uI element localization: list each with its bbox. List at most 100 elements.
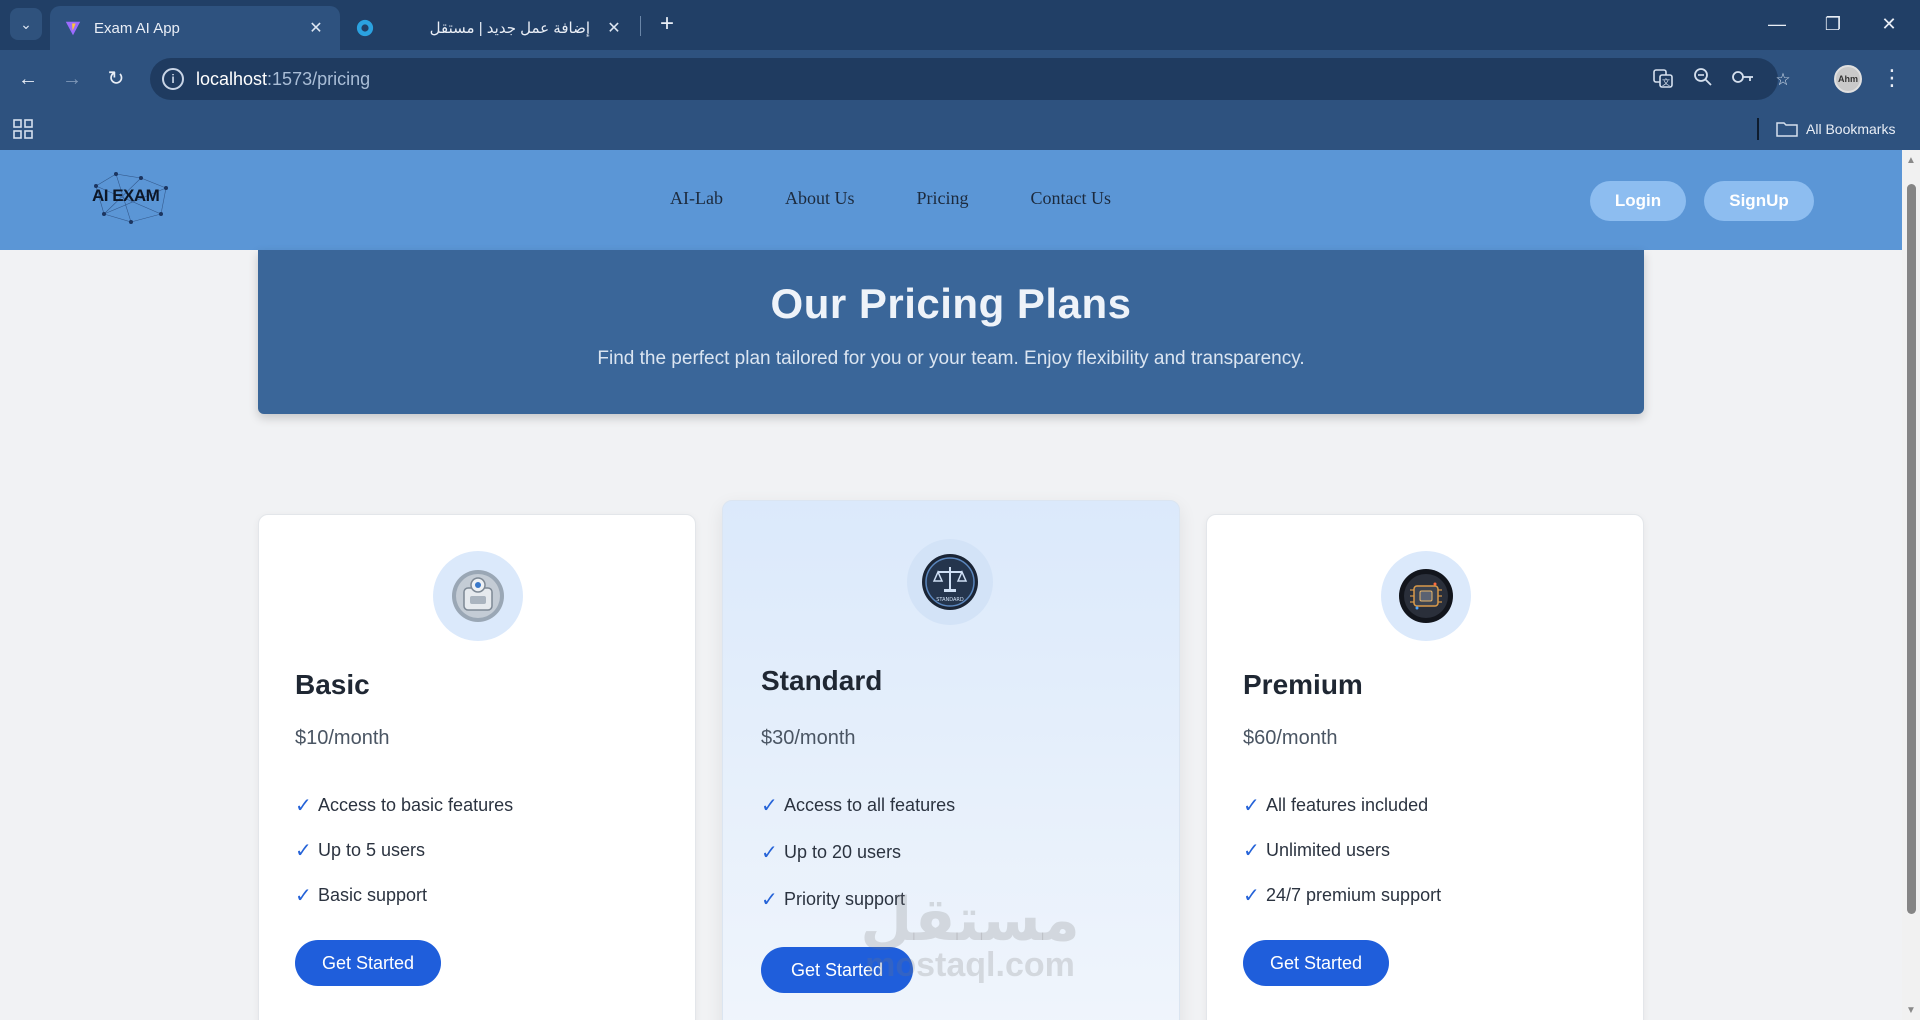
feature-item: ✓ Basic support [295,873,513,918]
plan-icon-wrap [433,551,523,641]
page-viewport: AI EXAM AI-Lab About Us Pricing Contact … [0,150,1902,1020]
tab-separator [640,16,641,36]
plan-icon-wrap [1381,551,1471,641]
site-info-icon[interactable]: i [162,68,184,90]
restore-icon[interactable]: ❐ [1808,10,1858,40]
nav-link-ai-lab[interactable]: AI-Lab [670,188,723,209]
plan-name: Standard [761,665,883,696]
nav-link-contact-us[interactable]: Contact Us [1031,188,1112,209]
feature-text: Access to basic features [318,795,514,815]
feature-list: ✓ Access to all features ✓ Up to 20 users … [761,782,955,923]
feature-item: ✓ Priority support [761,876,955,923]
plan-name: Premium [1243,669,1363,700]
feature-item: ✓ Access to all features [761,782,955,829]
page-title: Our Pricing Plans [770,280,1132,327]
plan-card-premium: Premium $60/month ✓ All features included… [1206,514,1644,1020]
check-icon: ✓ [295,885,312,907]
tab-exam-ai-app[interactable]: Exam AI App ✕ [50,6,340,50]
all-bookmarks-button[interactable]: All Bookmarks [1776,116,1895,142]
apps-icon[interactable] [12,118,34,140]
site-navbar: AI EXAM AI-Lab About Us Pricing Contact … [0,150,1902,250]
pricing-hero: Our Pricing Plans Find the perfect plan … [258,250,1644,414]
logo-text: AI EXAM [92,186,160,205]
feature-text: Up to 20 users [784,842,902,862]
check-icon: ✓ [295,840,312,862]
menu-icon[interactable]: ⋮ [1880,64,1904,94]
site-logo[interactable]: AI EXAM [86,166,178,232]
scrollbar-thumb[interactable] [1907,184,1916,914]
forward-icon[interactable]: → [56,63,88,95]
vite-favicon-icon [65,21,81,36]
profile-avatar[interactable]: Ahm [1834,65,1862,93]
password-key-icon[interactable] [1730,67,1756,93]
scroll-down-icon[interactable]: ▼ [1906,1006,1916,1016]
plan-price: $30/month [761,727,856,749]
robot-safe-icon [452,570,504,622]
check-icon: ✓ [761,842,778,864]
close-tab-icon[interactable]: ✕ [604,18,624,38]
feature-text: All features included [1266,795,1429,815]
feature-item: ✓ All features included [1243,783,1441,828]
scales-badge-icon: STANDARD [922,554,978,610]
url-host: localhost [196,69,268,89]
address-bar[interactable]: i localhost:1573/pricing 文 ☆ [150,58,1791,100]
plan-icon-wrap: STANDARD [907,539,993,625]
mostaql-favicon-icon [356,19,374,37]
feature-text: Unlimited users [1266,840,1391,860]
svg-text:文: 文 [1662,77,1670,87]
check-icon: ✓ [761,889,778,911]
tab-search-icon[interactable]: ⌄ [10,8,42,40]
scroll-up-icon[interactable]: ▲ [1906,156,1916,166]
folder-icon [1776,122,1798,137]
page-subtitle: Find the perfect plan tailored for you o… [597,348,1305,369]
check-icon: ✓ [295,795,312,817]
tab-title: إضافة عمل جديد | مستقل [429,20,590,37]
close-tab-icon[interactable]: ✕ [306,18,326,38]
badge-text: STANDARD [936,597,964,603]
tab-mostaql[interactable]: إضافة عمل جديد | مستقل ✕ [342,6,638,50]
url-text[interactable]: localhost:1573/pricing [196,69,370,90]
get-started-button[interactable]: Get Started [295,940,441,986]
nav-link-pricing[interactable]: Pricing [917,188,969,209]
browser-toolbar: ← → ↻ i localhost:1573/pricing 文 ☆ Ahm ⋮ [0,50,1920,108]
bookmarks-bar: All Bookmarks [0,108,1920,150]
feature-item: ✓ 24/7 premium support [1243,873,1441,918]
tab-strip: ⌄ Exam AI App ✕ إضافة عمل جديد | مستقل ✕… [0,0,1920,50]
browser-window: ⌄ Exam AI App ✕ إضافة عمل جديد | مستقل ✕… [0,0,1920,150]
zoom-icon[interactable] [1690,67,1716,93]
minimize-icon[interactable]: — [1752,10,1802,40]
new-tab-button[interactable]: + [652,10,682,40]
all-bookmarks-label: All Bookmarks [1806,121,1896,137]
feature-text: Access to all features [784,795,956,815]
back-icon[interactable]: ← [12,63,44,95]
feature-text: Up to 5 users [318,840,426,860]
get-started-button[interactable]: Get Started [1243,940,1389,986]
nav-link-about-us[interactable]: About Us [785,188,855,209]
plan-card-standard: STANDARD Standard $30/month ✓ Access to a… [722,500,1180,1020]
translate-icon[interactable]: 文 [1650,67,1676,93]
page-scrollbar[interactable]: ▲ ▼ [1902,150,1920,1020]
feature-item: ✓ Up to 20 users [761,829,955,876]
feature-text: 24/7 premium support [1266,885,1442,905]
feature-item: ✓ Up to 5 users [295,828,513,873]
check-icon: ✓ [1243,840,1260,862]
reload-icon[interactable]: ↻ [100,63,132,95]
url-path: :1573/pricing [267,69,371,89]
feature-item: ✓ Unlimited users [1243,828,1441,873]
login-button[interactable]: Login [1590,181,1686,221]
feature-text: Basic support [318,885,428,905]
plan-price: $60/month [1243,727,1338,749]
bookmark-star-icon[interactable]: ☆ [1770,67,1796,93]
check-icon: ✓ [761,795,778,817]
check-icon: ✓ [1243,795,1260,817]
tab-title: Exam AI App [94,19,180,37]
close-icon[interactable]: ✕ [1864,10,1914,40]
feature-list: ✓ Access to basic features ✓ Up to 5 users… [295,783,513,918]
main-nav: AI-Lab About Us Pricing Contact Us [670,188,1111,209]
check-icon: ✓ [1243,885,1260,907]
get-started-button[interactable]: Get Started [761,947,913,993]
plan-card-basic: Basic $10/month ✓ Access to basic feature… [258,514,696,1020]
feature-item: ✓ Access to basic features [295,783,513,828]
feature-list: ✓ All features included ✓ Unlimited users … [1243,783,1441,918]
signup-button[interactable]: SignUp [1704,181,1814,221]
